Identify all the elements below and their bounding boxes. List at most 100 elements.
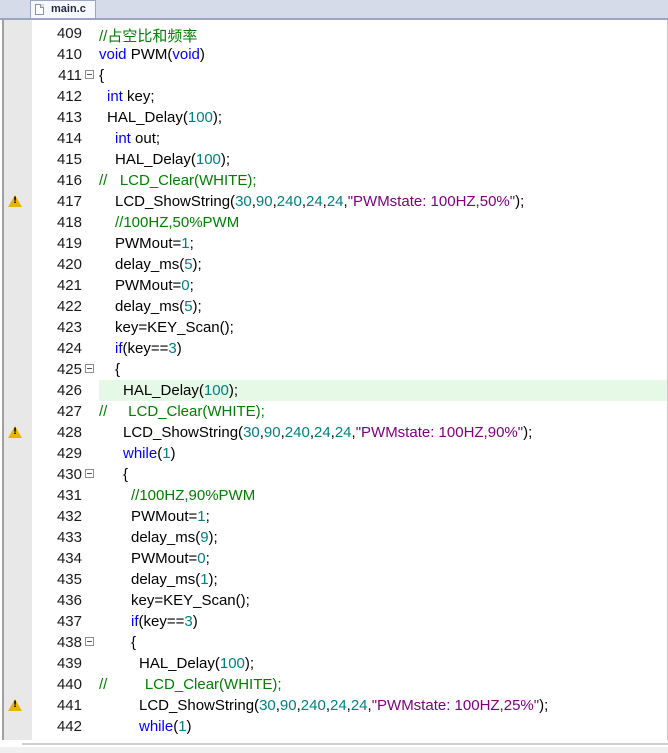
- editor-bottom-strip: [0, 747, 668, 753]
- code-line[interactable]: 420 delay_ms(5);: [0, 254, 668, 275]
- code-line[interactable]: 409 //占空比和频率: [0, 23, 668, 46]
- code-line[interactable]: 439 HAL_Delay(100);: [0, 653, 668, 674]
- code-token: 3: [184, 613, 193, 630]
- code-line[interactable]: 436 key=KEY_Scan();: [0, 590, 668, 611]
- code-text[interactable]: void PWM(void): [99, 46, 205, 63]
- code-text[interactable]: HAL_Delay(100);: [139, 655, 254, 672]
- code-line[interactable]: 426 HAL_Delay(100);: [0, 380, 668, 401]
- code-token: //占空比和频率: [99, 28, 198, 45]
- code-line[interactable]: 419 PWMout=1;: [0, 233, 668, 254]
- warning-icon[interactable]: [8, 195, 22, 207]
- code-token: PWMout=: [115, 277, 182, 294]
- code-token: LCD_ShowString(: [139, 697, 260, 714]
- code-token: );: [192, 298, 202, 315]
- code-text[interactable]: LCD_ShowString(30,90,240,24,24,"PWMstate…: [139, 697, 548, 714]
- code-line[interactable]: 441 LCD_ShowString(30,90,240,24,24,"PWMst…: [0, 695, 668, 716]
- code-text[interactable]: PWMout=1;: [131, 508, 210, 525]
- code-text[interactable]: HAL_Delay(100);: [107, 109, 222, 126]
- code-text[interactable]: HAL_Delay(100);: [115, 151, 230, 168]
- code-line[interactable]: 437 if(key==3): [0, 611, 668, 632]
- code-token: 240: [300, 697, 326, 714]
- code-line[interactable]: 438 {: [0, 632, 668, 653]
- code-text[interactable]: // LCD_Clear(WHITE);: [99, 172, 257, 189]
- code-line[interactable]: 423 key=KEY_Scan();: [0, 317, 668, 338]
- warning-icon[interactable]: [8, 699, 22, 711]
- code-line[interactable]: 425 {: [0, 359, 668, 380]
- code-line[interactable]: 415 HAL_Delay(100);: [0, 149, 668, 170]
- code-text[interactable]: while(1): [139, 718, 192, 735]
- code-line[interactable]: 431 //100HZ,90%PWM: [0, 485, 668, 506]
- code-line[interactable]: 434 PWMout=0;: [0, 548, 668, 569]
- line-number: 421: [56, 277, 82, 294]
- code-line[interactable]: 432 PWMout=1;: [0, 506, 668, 527]
- code-text[interactable]: delay_ms(9);: [131, 529, 218, 546]
- code-text[interactable]: {: [123, 466, 128, 483]
- code-line[interactable]: 422 delay_ms(5);: [0, 296, 668, 317]
- code-text[interactable]: {: [99, 67, 104, 84]
- code-line[interactable]: 412 int key;: [0, 86, 668, 107]
- code-line[interactable]: 424 if(key==3): [0, 338, 668, 359]
- code-text[interactable]: PWMout=0;: [115, 277, 194, 294]
- code-line[interactable]: 416 // LCD_Clear(WHITE);: [0, 170, 668, 191]
- code-text[interactable]: delay_ms(5);: [115, 298, 202, 315]
- code-line[interactable]: 430 {: [0, 464, 668, 485]
- fold-collapse-icon[interactable]: [85, 70, 94, 79]
- code-text[interactable]: key=KEY_Scan();: [131, 592, 250, 609]
- code-text[interactable]: // LCD_Clear(WHITE);: [99, 403, 265, 420]
- line-number: 420: [56, 256, 82, 273]
- code-line[interactable]: 421 PWMout=0;: [0, 275, 668, 296]
- code-token: 30: [235, 193, 252, 210]
- code-line[interactable]: 411 {: [0, 65, 668, 86]
- code-token: 100: [219, 655, 245, 672]
- code-text[interactable]: PWMout=1;: [115, 235, 194, 252]
- code-text[interactable]: PWMout=0;: [131, 550, 210, 567]
- code-text[interactable]: // LCD_Clear(WHITE);: [99, 676, 282, 693]
- code-text[interactable]: int out;: [115, 130, 160, 147]
- code-token: {: [123, 466, 129, 483]
- code-text[interactable]: int key;: [107, 88, 155, 105]
- code-text[interactable]: //占空比和频率: [99, 25, 197, 46]
- code-line[interactable]: 418 //100HZ,50%PWM: [0, 212, 668, 233]
- line-number: 427: [56, 403, 82, 420]
- code-editor[interactable]: 409 //占空比和频率 410 void PWM(void) 411 {412 int k…: [0, 20, 668, 740]
- code-line[interactable]: 442 while(1): [0, 716, 668, 737]
- code-line[interactable]: 410 void PWM(void): [0, 44, 668, 65]
- code-token: 24: [334, 424, 352, 441]
- code-line[interactable]: 429 while(1): [0, 443, 668, 464]
- code-line[interactable]: 427 // LCD_Clear(WHITE);: [0, 401, 668, 422]
- code-text[interactable]: while(1): [123, 445, 176, 462]
- line-number: 430: [56, 466, 82, 483]
- code-token: //100HZ,50%PWM: [115, 214, 240, 231]
- code-text[interactable]: key=KEY_Scan();: [115, 319, 234, 336]
- code-line[interactable]: 413 HAL_Delay(100);: [0, 107, 668, 128]
- code-text[interactable]: {: [115, 361, 120, 378]
- code-text[interactable]: LCD_ShowString(30,90,240,24,24,"PWMstate…: [123, 424, 532, 441]
- code-text[interactable]: delay_ms(1);: [131, 571, 218, 588]
- code-token: delay_ms(: [131, 529, 201, 546]
- code-token: );: [539, 697, 549, 714]
- code-text[interactable]: HAL_Delay(100);: [123, 382, 238, 399]
- code-text[interactable]: LCD_ShowString(30,90,240,24,24,"PWMstate…: [115, 193, 524, 210]
- code-line[interactable]: 414 int out;: [0, 128, 668, 149]
- code-line[interactable]: 433 delay_ms(9);: [0, 527, 668, 548]
- tab-bar: main.c: [0, 0, 668, 20]
- code-line[interactable]: 417 LCD_ShowString(30,90,240,24,24,"PWMst…: [0, 191, 668, 212]
- code-line[interactable]: 428 LCD_ShowString(30,90,240,24,24,"PWMst…: [0, 422, 668, 443]
- horizontal-scrollbar[interactable]: [22, 743, 668, 745]
- code-token: 5: [184, 256, 193, 273]
- code-text[interactable]: delay_ms(5);: [115, 256, 202, 273]
- code-text[interactable]: if(key==3): [115, 340, 182, 357]
- fold-collapse-icon[interactable]: [85, 637, 94, 646]
- line-number: 433: [56, 529, 82, 546]
- code-line[interactable]: 435 delay_ms(1);: [0, 569, 668, 590]
- code-text[interactable]: if(key==3): [131, 613, 198, 630]
- code-line[interactable]: 440 // LCD_Clear(WHITE);: [0, 674, 668, 695]
- code-text[interactable]: //100HZ,90%PWM: [131, 487, 255, 504]
- tab-main-c[interactable]: main.c: [30, 0, 96, 18]
- code-token: );: [523, 424, 533, 441]
- warning-icon[interactable]: [8, 426, 22, 438]
- code-text[interactable]: {: [131, 634, 136, 651]
- fold-collapse-icon[interactable]: [85, 364, 94, 373]
- fold-collapse-icon[interactable]: [85, 469, 94, 478]
- code-text[interactable]: //100HZ,50%PWM: [115, 214, 239, 231]
